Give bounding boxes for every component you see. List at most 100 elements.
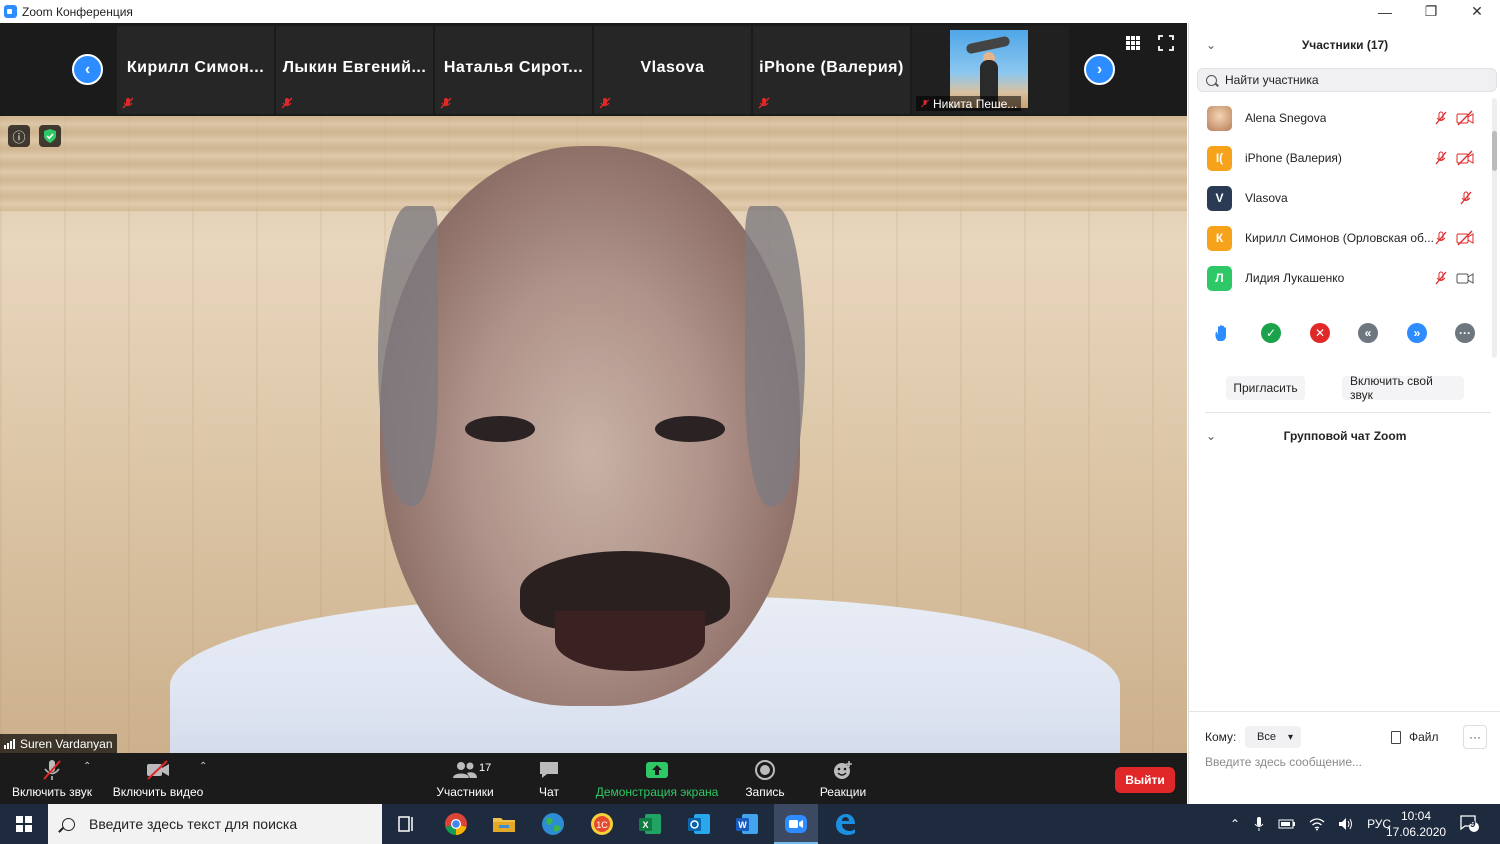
- avatar: V: [1207, 185, 1232, 211]
- participants-button[interactable]: Участники: [430, 753, 500, 804]
- start-button[interactable]: [0, 804, 48, 844]
- muted-mic-icon[interactable]: [1433, 110, 1449, 126]
- strip-tile[interactable]: iPhone (Валерия): [753, 26, 910, 114]
- strip-tile[interactable]: Кирилл Симон...: [117, 26, 274, 114]
- tile-name-label: Никита Пеше...: [916, 96, 1022, 111]
- volume-icon[interactable]: [1338, 817, 1354, 831]
- muted-mic-icon[interactable]: [1433, 270, 1449, 286]
- muted-mic-icon[interactable]: [1433, 150, 1449, 166]
- notifications-icon: [1460, 815, 1479, 832]
- invite-button[interactable]: Пригласить: [1226, 376, 1305, 400]
- word-icon[interactable]: W: [733, 810, 761, 838]
- action-center-button[interactable]: 9: [1459, 814, 1479, 832]
- participant-name: Лидия Лукашенко: [1245, 271, 1345, 285]
- outlook-icon[interactable]: [685, 810, 713, 838]
- muted-mic-icon: [758, 97, 770, 109]
- zoom-app-icon: [4, 5, 17, 18]
- participant-name: Vlasova: [1245, 191, 1288, 205]
- file-explorer-icon[interactable]: [490, 810, 518, 838]
- windows-taskbar: Введите здесь текст для поиска 1С X W ⌃ …: [0, 804, 1500, 844]
- encryption-shield-icon[interactable]: [39, 125, 61, 147]
- edge-icon[interactable]: [831, 810, 859, 838]
- chrome-icon[interactable]: [442, 810, 470, 838]
- video-options-caret[interactable]: ⌃: [199, 761, 207, 772]
- participant-row[interactable]: Alena Snegova: [1189, 98, 1489, 138]
- clock-time: 10:04: [1400, 809, 1432, 823]
- participant-row[interactable]: V Vlasova: [1189, 178, 1489, 218]
- more-icon[interactable]: ···: [1455, 323, 1475, 343]
- video-off-icon[interactable]: [1456, 230, 1474, 246]
- excel-icon[interactable]: X: [636, 810, 664, 838]
- chat-icon: [538, 758, 560, 782]
- notification-count: 9: [1470, 819, 1476, 830]
- participant-row[interactable]: I( iPhone (Валерия): [1189, 138, 1489, 178]
- wifi-icon[interactable]: [1309, 817, 1325, 831]
- strip-tile[interactable]: Лыкин Евгений...: [276, 26, 433, 114]
- strip-prev-button[interactable]: ‹: [72, 54, 103, 85]
- avatar: Л: [1207, 265, 1232, 291]
- zoom-icon[interactable]: [782, 810, 810, 838]
- chat-header: ⌄ Групповой чат Zoom: [1189, 423, 1500, 449]
- strip-tile[interactable]: Наталья Сирот...: [435, 26, 592, 114]
- unmute-myself-button[interactable]: Включить свой звук: [1342, 374, 1464, 402]
- video-off-icon[interactable]: [1456, 110, 1474, 126]
- go-faster-icon[interactable]: »: [1407, 323, 1427, 343]
- speaker-name-label: Suren Vardanyan: [0, 734, 117, 753]
- fullscreen-icon[interactable]: [1158, 35, 1174, 51]
- unmute-label: Включить звук: [11, 785, 93, 799]
- show-hidden-icons-icon[interactable]: ⌃: [1230, 817, 1240, 831]
- chat-message-input[interactable]: Введите здесь сообщение...: [1205, 755, 1362, 769]
- leave-meeting-button[interactable]: Выйти: [1115, 767, 1175, 793]
- video-off-icon[interactable]: [1456, 150, 1474, 166]
- audio-options-caret[interactable]: ⌃: [83, 761, 91, 772]
- globe-app-icon[interactable]: [539, 810, 567, 838]
- participant-row[interactable]: К Кирилл Симонов (Орловская об...: [1189, 218, 1489, 258]
- collapse-chevron-icon[interactable]: ⌄: [1206, 38, 1216, 52]
- video-on-icon[interactable]: [1456, 270, 1474, 286]
- battery-icon[interactable]: [1278, 818, 1296, 830]
- yes-icon[interactable]: ✓: [1261, 323, 1281, 343]
- chat-recipient-label: Кому:: [1205, 730, 1237, 744]
- strip-next-button[interactable]: ›: [1084, 54, 1115, 85]
- participant-row[interactable]: Л Лидия Лукашенко: [1189, 258, 1489, 293]
- record-button[interactable]: Запись: [738, 753, 792, 804]
- muted-mic-icon[interactable]: [1433, 230, 1449, 246]
- system-clock[interactable]: 10:04 17.06.2020: [1386, 808, 1446, 840]
- muted-mic-icon: [440, 97, 452, 109]
- muted-mic-icon: [599, 97, 611, 109]
- task-view-icon[interactable]: [392, 810, 420, 838]
- meeting-area: ‹ Кирилл Симон... Лыкин Евгений... Натал…: [0, 23, 1187, 804]
- meeting-info-icon[interactable]: ⓘ: [8, 125, 30, 147]
- tile-name: Лыкин Евгений...: [282, 59, 427, 76]
- share-screen-button[interactable]: Демонстрация экрана: [592, 753, 722, 804]
- participants-label: Участники: [436, 785, 494, 799]
- minimize-button[interactable]: —: [1362, 0, 1408, 23]
- chat-recipient-select[interactable]: Все: [1245, 726, 1301, 748]
- svg-text:X: X: [642, 820, 648, 830]
- muted-mic-icon[interactable]: [1458, 190, 1474, 206]
- no-icon[interactable]: ✕: [1310, 323, 1330, 343]
- collapse-chevron-icon[interactable]: ⌄: [1206, 429, 1216, 443]
- close-button[interactable]: ✕: [1454, 0, 1500, 23]
- maximize-button[interactable]: ❐: [1408, 0, 1454, 23]
- chat-more-button[interactable]: ···: [1463, 725, 1487, 749]
- gallery-view-icon[interactable]: [1125, 35, 1141, 51]
- raise-hand-icon[interactable]: [1212, 323, 1232, 343]
- search-icon: [1206, 74, 1217, 86]
- 1c-app-icon[interactable]: 1С: [588, 810, 616, 838]
- participants-scrollbar[interactable]: [1492, 98, 1497, 358]
- file-button[interactable]: Файл: [1391, 726, 1439, 748]
- side-panel: ⌄ Участники (17) Найти участника Alena S…: [1188, 23, 1500, 804]
- reactions-button[interactable]: Реакции: [812, 753, 874, 804]
- system-tray: ⌃ РУС: [1230, 804, 1391, 844]
- go-slower-icon[interactable]: «: [1358, 323, 1378, 343]
- tray-mic-icon[interactable]: [1253, 816, 1265, 832]
- avatar: К: [1207, 225, 1232, 251]
- taskbar-search-input[interactable]: Введите здесь текст для поиска: [48, 804, 382, 844]
- strip-tile-video[interactable]: Никита Пеше...: [912, 26, 1069, 114]
- chat-button[interactable]: Чат: [524, 753, 574, 804]
- strip-tile[interactable]: Vlasova: [594, 26, 751, 114]
- muted-mic-icon: [41, 758, 63, 782]
- start-video-button[interactable]: Включить видео: [110, 753, 206, 804]
- participant-search-input[interactable]: Найти участника: [1197, 68, 1497, 92]
